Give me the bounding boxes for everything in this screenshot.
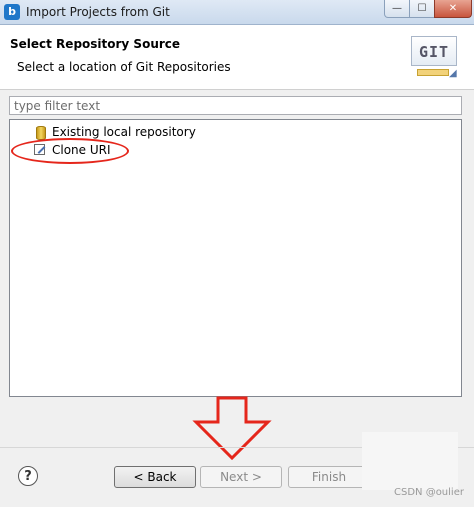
window-title: Import Projects from Git xyxy=(26,5,170,19)
minimize-button[interactable]: — xyxy=(384,0,410,18)
tree-item-label: Clone URI xyxy=(52,143,111,157)
blank-overlay xyxy=(362,432,458,490)
git-logo-text: GIT xyxy=(411,36,457,66)
git-logo-bar xyxy=(417,69,449,76)
repository-source-tree[interactable]: Existing local repository Clone URI xyxy=(9,119,462,397)
git-wizard-banner-icon: GIT ◢ xyxy=(411,36,459,82)
help-button[interactable]: ? xyxy=(18,466,38,486)
maximize-button[interactable]: ☐ xyxy=(409,0,435,18)
page-description: Select a location of Git Repositories xyxy=(17,60,231,74)
next-button[interactable]: Next > xyxy=(200,466,282,488)
wizard-header: Select Repository Source Select a locati… xyxy=(0,25,474,90)
app-icon: b xyxy=(4,4,20,20)
repository-icon xyxy=(36,126,46,140)
finish-button[interactable]: Finish xyxy=(288,466,370,488)
clone-uri-icon xyxy=(34,144,45,155)
page-title: Select Repository Source xyxy=(10,37,181,51)
corner-arrow-icon: ◢ xyxy=(449,68,457,79)
tree-item-label: Existing local repository xyxy=(52,125,196,139)
down-arrow-annotation xyxy=(192,396,272,460)
watermark: CSDN @oulier xyxy=(394,487,464,498)
back-button[interactable]: < Back xyxy=(114,466,196,488)
title-bar: b Import Projects from Git — ☐ ✕ xyxy=(0,0,474,25)
filter-input[interactable] xyxy=(9,96,462,115)
close-button[interactable]: ✕ xyxy=(434,0,472,18)
